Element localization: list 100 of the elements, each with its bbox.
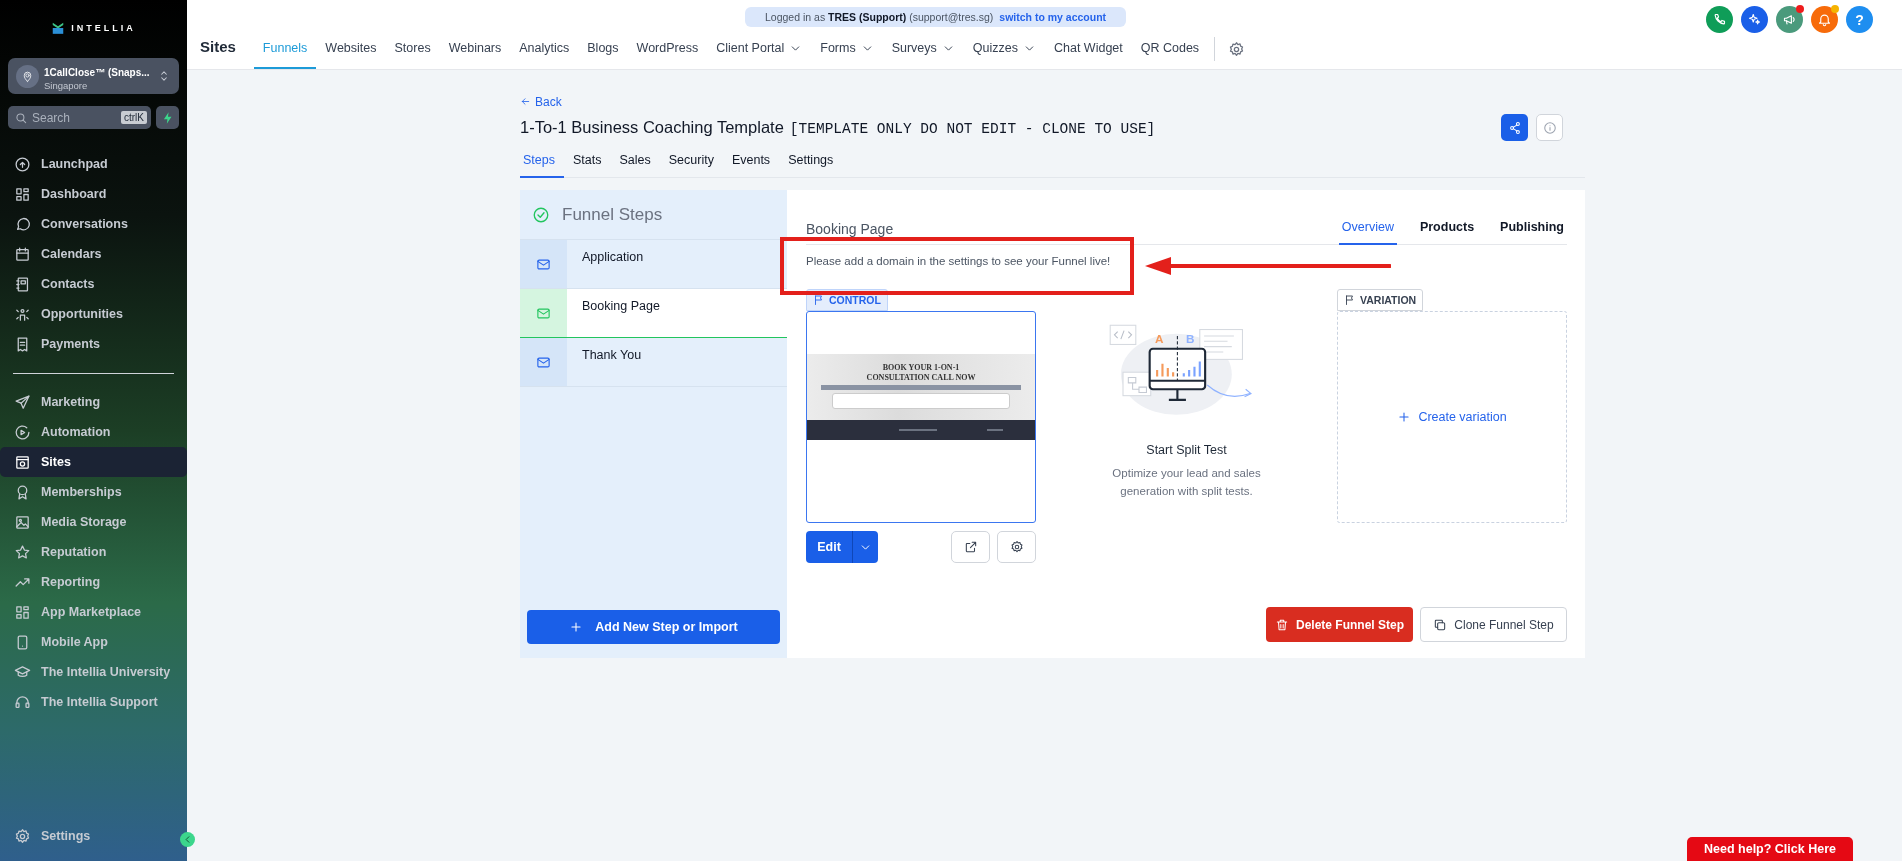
detail-tab[interactable]: Products bbox=[1416, 220, 1478, 245]
nav-tab[interactable]: Forms bbox=[811, 33, 883, 69]
edit-dropdown-button[interactable] bbox=[852, 531, 878, 563]
need-help-button[interactable]: Need help? Click Here bbox=[1687, 837, 1853, 861]
phone-button[interactable] bbox=[1706, 6, 1733, 33]
share-button[interactable] bbox=[1501, 114, 1528, 141]
calendar-icon bbox=[14, 245, 31, 263]
settings-icon bbox=[14, 827, 31, 845]
panel-title: Funnel Steps bbox=[562, 204, 663, 225]
flag-icon bbox=[813, 294, 825, 306]
clone-step-button[interactable]: Clone Funnel Step bbox=[1420, 607, 1567, 642]
nav-tab[interactable]: Analytics bbox=[510, 33, 579, 69]
search-icon bbox=[14, 110, 28, 125]
page-title: 1-To-1 Business Coaching Template bbox=[520, 118, 784, 137]
nav-tab[interactable]: Stores bbox=[385, 33, 440, 69]
search-input[interactable]: Search bbox=[32, 110, 117, 125]
sidebar-item[interactable]: Contacts bbox=[0, 269, 187, 299]
create-variation-link[interactable]: Create variation bbox=[1397, 410, 1507, 424]
envelope-icon bbox=[536, 305, 551, 321]
megaphone-button[interactable] bbox=[1776, 6, 1803, 33]
dashboard-icon bbox=[14, 185, 31, 203]
sidebar-item[interactable]: The Intellia University bbox=[0, 657, 187, 687]
plus-icon bbox=[1397, 410, 1412, 424]
nav-tab[interactable]: Surveys bbox=[882, 33, 964, 69]
sidebar-item[interactable]: Calendars bbox=[0, 239, 187, 269]
sparkle-icon bbox=[1747, 12, 1762, 27]
headset-icon bbox=[14, 693, 31, 711]
info-icon bbox=[1542, 120, 1557, 135]
sidebar-item[interactable]: Marketing bbox=[0, 387, 187, 417]
nav-tab[interactable]: QR Codes bbox=[1131, 33, 1209, 69]
account-switcher[interactable]: 1CallClose™ (Snaps... Singapore bbox=[8, 58, 179, 94]
sidebar-item[interactable]: Opportunities bbox=[0, 299, 187, 329]
sidebar-item[interactable]: Launchpad bbox=[0, 149, 187, 179]
search-field[interactable]: Search ctrlK bbox=[8, 106, 151, 129]
quick-action-button[interactable] bbox=[156, 106, 179, 129]
sidebar-item[interactable]: Settings bbox=[0, 821, 179, 851]
image-icon bbox=[14, 513, 31, 531]
phone-icon bbox=[1712, 12, 1727, 27]
arrow-left-icon bbox=[520, 96, 531, 107]
sidebar-item[interactable]: Reporting bbox=[0, 567, 187, 597]
section-title: Sites bbox=[200, 37, 236, 57]
page-tab[interactable]: Events bbox=[722, 147, 780, 178]
detail-tab[interactable]: Publishing bbox=[1497, 220, 1567, 245]
sidebar-item[interactable]: App Marketplace bbox=[0, 597, 187, 627]
page-preview[interactable]: BOOK YOUR 1-ON-1 CONSULTATION CALL NOW bbox=[806, 311, 1036, 523]
logo-icon bbox=[51, 21, 66, 35]
back-link[interactable]: Back bbox=[520, 94, 562, 109]
sidebar-item[interactable]: Automation bbox=[0, 417, 187, 447]
nav-tab[interactable]: WordPress bbox=[627, 33, 708, 69]
nav-tab[interactable]: Webinars bbox=[439, 33, 511, 69]
funnel-step[interactable]: Booking Page bbox=[520, 289, 787, 338]
settings-icon bbox=[1228, 40, 1246, 58]
megaphone-icon bbox=[1782, 12, 1797, 27]
sidebar-item[interactable]: Media Storage bbox=[0, 507, 187, 537]
chat-bubble-icon bbox=[14, 215, 31, 233]
sidebar-item[interactable]: Payments bbox=[0, 329, 187, 359]
sidebar-item[interactable]: Mobile App bbox=[0, 627, 187, 657]
logo-text: INTELLIA bbox=[71, 23, 136, 33]
nav-tab[interactable]: Chat Widget bbox=[1045, 33, 1132, 69]
edit-button[interactable]: Edit bbox=[806, 531, 852, 563]
shortcut-key: ctrlK bbox=[121, 111, 147, 124]
bell-button[interactable] bbox=[1811, 6, 1838, 33]
template-note: [TEMPLATE ONLY DO NOT EDIT - CLONE TO USE] bbox=[789, 121, 1156, 137]
nav-tab[interactable]: Client Portal bbox=[707, 33, 812, 69]
nav-tab[interactable]: Blogs bbox=[578, 33, 628, 69]
variation-badge: VARIATION bbox=[1337, 289, 1424, 311]
page-tab[interactable]: Steps bbox=[520, 147, 564, 178]
envelope-icon bbox=[536, 256, 551, 272]
page-tab[interactable]: Settings bbox=[779, 147, 843, 178]
check-circle-icon bbox=[532, 205, 550, 224]
star-icon bbox=[14, 543, 31, 561]
page-tab[interactable]: Security bbox=[659, 147, 723, 178]
browser-window-icon bbox=[14, 453, 31, 471]
launch-icon bbox=[14, 155, 31, 173]
step-title: Booking Page bbox=[806, 221, 895, 239]
switch-account-link[interactable]: switch to my account bbox=[999, 11, 1107, 23]
sidebar-item[interactable]: Conversations bbox=[0, 209, 187, 239]
nav-tab[interactable]: Websites bbox=[316, 33, 386, 69]
sidebar-item[interactable]: Memberships bbox=[0, 477, 187, 507]
sidebar-item[interactable]: Dashboard bbox=[0, 179, 187, 209]
settings-button[interactable] bbox=[997, 531, 1036, 563]
account-avatar-icon bbox=[16, 64, 39, 88]
add-step-button[interactable]: Add New Step or Import bbox=[527, 610, 780, 644]
copy-icon bbox=[1433, 617, 1448, 632]
page-tab[interactable]: Stats bbox=[563, 147, 611, 178]
sidebar-item[interactable]: The Intellia Support bbox=[0, 687, 187, 717]
open-link-button[interactable] bbox=[951, 531, 990, 563]
play-circle-icon bbox=[14, 423, 31, 441]
sidebar-item[interactable]: Reputation bbox=[0, 537, 187, 567]
funnel-step[interactable]: Thank You bbox=[520, 338, 787, 387]
sidebar-item[interactable]: Sites bbox=[0, 447, 187, 477]
login-info-text: Logged in as TRES (Support) (support@tres.sg) bbox=[765, 11, 994, 23]
trash-icon bbox=[1275, 617, 1289, 632]
account-location: Singapore bbox=[44, 79, 89, 91]
flag-icon bbox=[1344, 294, 1356, 306]
delete-step-button[interactable]: Delete Funnel Step bbox=[1266, 607, 1413, 642]
page-tab[interactable]: Sales bbox=[610, 147, 660, 178]
nav-tab[interactable]: Quizzes bbox=[963, 33, 1045, 69]
detail-tab[interactable]: Overview bbox=[1338, 220, 1397, 245]
sparkle-button[interactable] bbox=[1741, 6, 1768, 33]
